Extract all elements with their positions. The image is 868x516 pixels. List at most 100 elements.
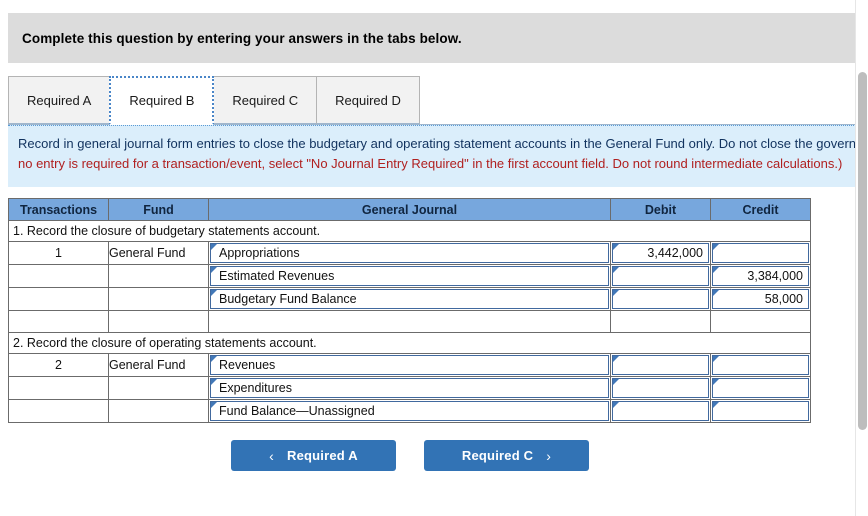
section-title: 1. Record the closure of budgetary state… — [8, 220, 811, 242]
cell-fund: General Fund — [108, 353, 209, 377]
debit-input[interactable]: 3,442,000 — [612, 243, 709, 263]
cell-account: Fund Balance—Unassigned — [208, 399, 611, 423]
cell-account: Estimated Revenues — [208, 264, 611, 288]
account-input[interactable]: Expenditures — [210, 378, 609, 398]
next-required-c-button[interactable]: Required C › — [424, 440, 589, 471]
credit-input[interactable] — [712, 243, 809, 263]
tab-strip: Required A Required B Required C Require… — [8, 76, 857, 125]
vertical-scrollbar[interactable] — [855, 0, 868, 516]
cell-debit — [610, 353, 711, 377]
dropdown-flag-icon — [211, 290, 217, 296]
section-title: 2. Record the closure of operating state… — [8, 332, 811, 354]
cell-account: Revenues — [208, 353, 611, 377]
cell-fund — [108, 399, 209, 423]
prev-button-label: Required A — [287, 448, 358, 463]
cell-debit — [610, 399, 711, 423]
table-row: Expenditures — [8, 376, 811, 400]
scrollbar-thumb[interactable] — [858, 72, 867, 430]
column-header-fund: Fund — [108, 198, 209, 221]
instruction-main: Record in general journal form entries t… — [18, 136, 860, 151]
dropdown-flag-icon — [613, 267, 619, 273]
tab-label: Required D — [335, 92, 401, 108]
account-input[interactable]: Fund Balance—Unassigned — [210, 401, 609, 421]
column-header-transactions: Transactions — [8, 198, 109, 221]
tab-required-a[interactable]: Required A — [8, 76, 111, 124]
tab-label: Required A — [27, 92, 92, 108]
dropdown-flag-icon — [713, 267, 719, 273]
debit-input[interactable] — [612, 378, 709, 398]
table-header-row: Transactions Fund General Journal Debit … — [8, 198, 811, 221]
account-input[interactable]: Appropriations — [210, 243, 609, 263]
column-header-credit: Credit — [710, 198, 811, 221]
dropdown-flag-icon — [613, 244, 619, 250]
page-root: Complete this question by entering your … — [0, 0, 868, 516]
cell-credit: 58,000 — [710, 287, 811, 311]
cell-transaction: 1 — [8, 241, 109, 265]
page-title: Complete this question by entering your … — [22, 30, 462, 46]
tab-label: Required B — [129, 93, 195, 108]
table-row-empty — [8, 310, 811, 333]
dropdown-flag-icon — [211, 356, 217, 362]
dropdown-flag-icon — [211, 244, 217, 250]
dropdown-flag-icon — [713, 379, 719, 385]
table-row: Fund Balance—Unassigned — [8, 399, 811, 423]
account-input[interactable]: Revenues — [210, 355, 609, 375]
cell-debit — [610, 264, 711, 288]
credit-input[interactable]: 3,384,000 — [712, 266, 809, 286]
cell-transaction — [8, 399, 109, 423]
section-title-row: 1. Record the closure of budgetary state… — [8, 220, 811, 242]
tab-required-d[interactable]: Required D — [316, 76, 420, 124]
tab-required-c[interactable]: Required C — [213, 76, 318, 124]
cell-fund — [108, 287, 209, 311]
dropdown-flag-icon — [613, 402, 619, 408]
credit-input[interactable] — [712, 401, 809, 421]
chevron-right-icon: › — [546, 447, 552, 464]
table-row: Budgetary Fund Balance 58,000 — [8, 287, 811, 311]
credit-input[interactable]: 58,000 — [712, 289, 809, 309]
section-title-row: 2. Record the closure of operating state… — [8, 332, 811, 354]
cell-account: Appropriations — [208, 241, 611, 265]
cell-fund — [108, 376, 209, 400]
tab-required-b[interactable]: Required B — [109, 76, 215, 125]
chevron-left-icon: ‹ — [269, 447, 274, 464]
debit-input[interactable] — [612, 266, 709, 286]
cell-debit — [610, 376, 711, 400]
cell-fund: General Fund — [108, 241, 209, 265]
table-row: Estimated Revenues 3,384,000 — [8, 264, 811, 288]
credit-input[interactable] — [712, 355, 809, 375]
cell-credit — [710, 376, 811, 400]
tab-navigation: ‹ Required A Required C › — [0, 440, 820, 471]
cell-credit — [710, 310, 811, 333]
cell-transaction — [8, 264, 109, 288]
dropdown-flag-icon — [713, 356, 719, 362]
cell-credit — [710, 353, 811, 377]
cell-account: Budgetary Fund Balance — [208, 287, 611, 311]
cell-transaction — [8, 310, 109, 333]
cell-debit — [610, 310, 711, 333]
dropdown-flag-icon — [211, 267, 217, 273]
cell-fund — [108, 264, 209, 288]
account-input[interactable]: Budgetary Fund Balance — [210, 289, 609, 309]
cell-fund — [108, 310, 209, 333]
credit-input[interactable] — [712, 378, 809, 398]
dropdown-flag-icon — [713, 244, 719, 250]
table-row: 1 General Fund Appropriations 3,442,000 — [8, 241, 811, 265]
account-input[interactable]: Estimated Revenues — [210, 266, 609, 286]
cell-debit: 3,442,000 — [610, 241, 711, 265]
column-header-general-journal: General Journal — [208, 198, 611, 221]
tab-label: Required C — [232, 92, 299, 108]
debit-input[interactable] — [612, 401, 709, 421]
cell-transaction — [8, 287, 109, 311]
cell-credit — [710, 399, 811, 423]
dropdown-flag-icon — [211, 402, 217, 408]
journal-entry-table: Transactions Fund General Journal Debit … — [8, 198, 811, 423]
debit-input[interactable] — [612, 289, 709, 309]
previous-required-a-button[interactable]: ‹ Required A — [231, 440, 396, 471]
cell-credit — [710, 241, 811, 265]
debit-input[interactable] — [612, 355, 709, 375]
next-button-label: Required C — [461, 448, 534, 463]
cell-account — [208, 310, 611, 333]
cell-transaction: 2 — [8, 353, 109, 377]
dropdown-flag-icon — [211, 379, 217, 385]
dropdown-flag-icon — [613, 379, 619, 385]
